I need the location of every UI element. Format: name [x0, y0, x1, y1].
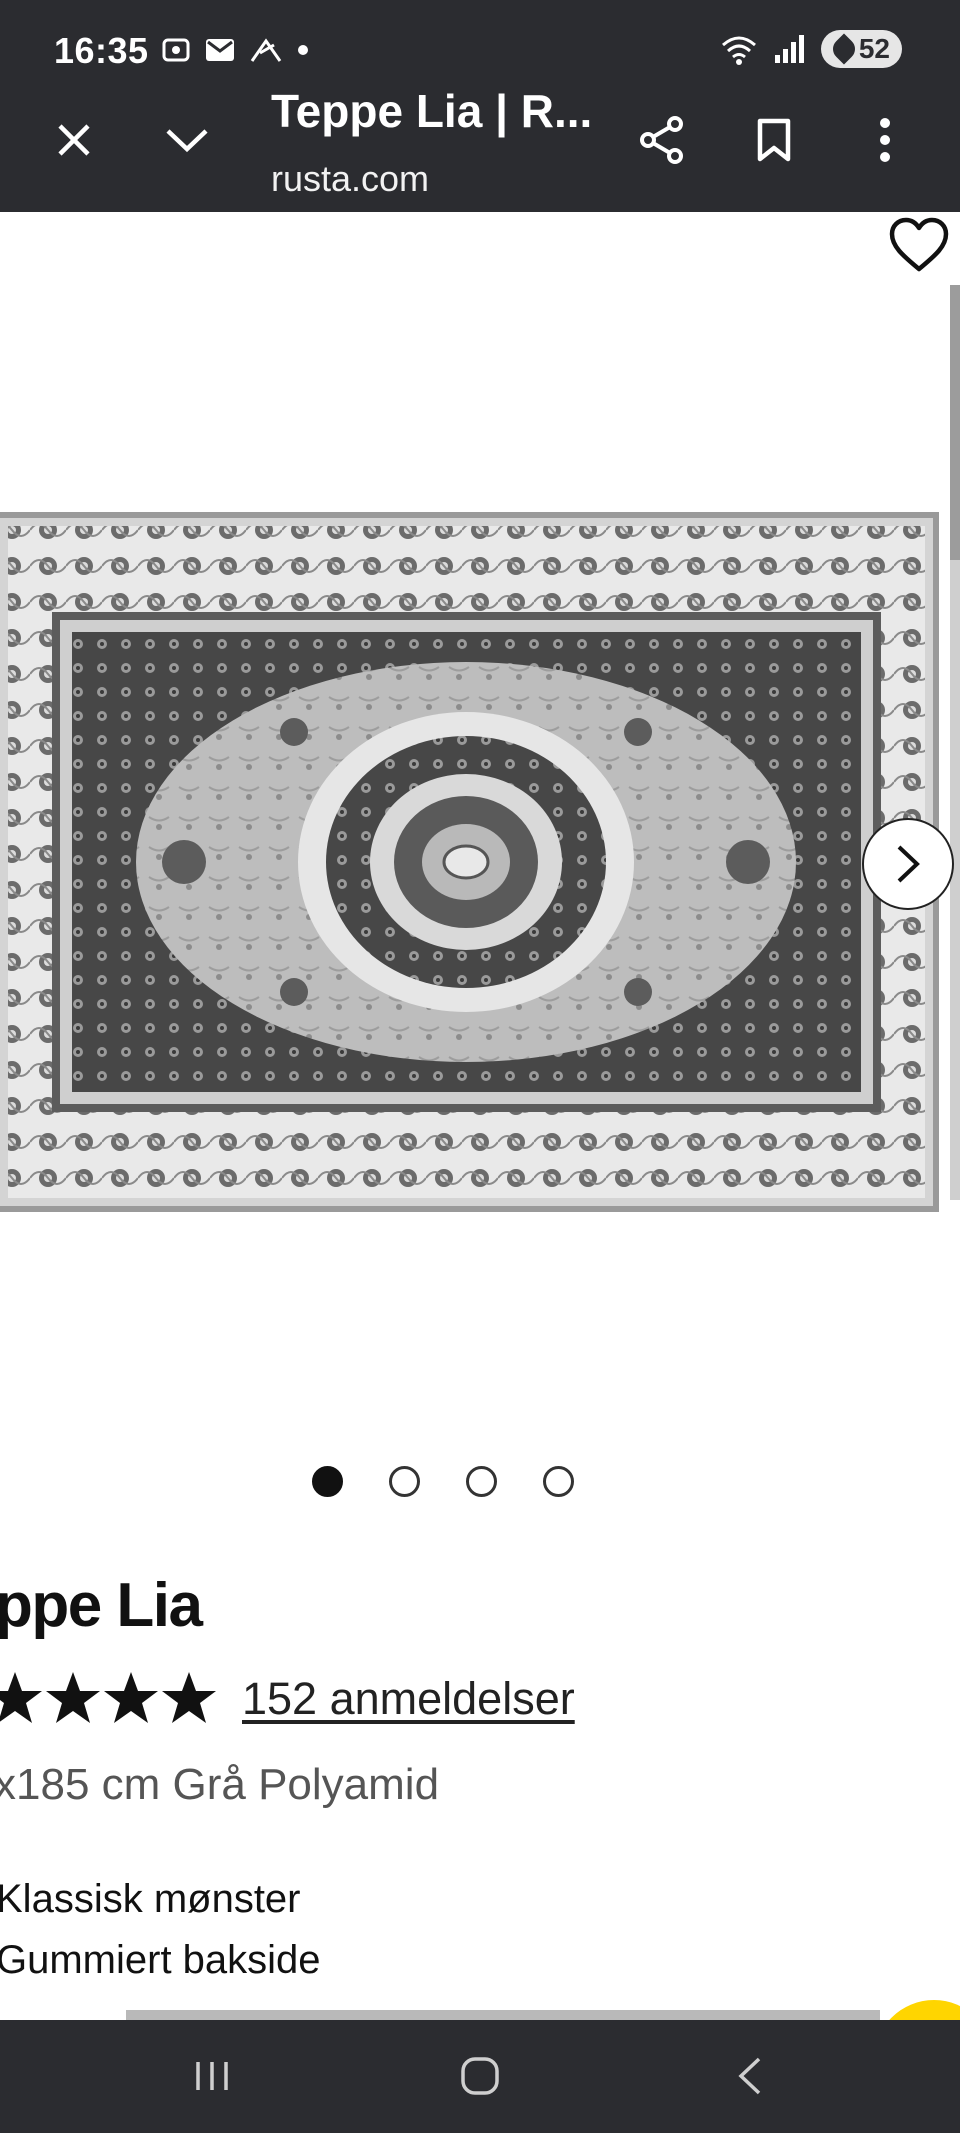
gallery-next-button[interactable]: [862, 818, 954, 910]
bookmark-button[interactable]: [742, 108, 806, 172]
product-variant: x185 cm Grå Polyamid: [0, 1760, 440, 1809]
gallery-scroll-thumb[interactable]: [950, 285, 960, 560]
mail-icon: [206, 39, 234, 61]
reviews-link[interactable]: 152 anmeldelser: [242, 1673, 575, 1725]
home-button[interactable]: [448, 2048, 512, 2104]
more-options-button[interactable]: [853, 108, 917, 172]
star-icon: [162, 1672, 216, 1723]
star-icon: [46, 1672, 100, 1723]
recent-apps-icon: [196, 2062, 228, 2090]
gallery-dot-1[interactable]: [312, 1466, 343, 1497]
gallery-dot-3[interactable]: [466, 1466, 497, 1497]
system-nav-bar: [0, 2020, 960, 2133]
dot-icon: [298, 45, 308, 55]
favorite-button[interactable]: [886, 212, 952, 278]
close-tab-button[interactable]: [42, 108, 106, 172]
bookmark-icon: [757, 118, 791, 162]
signal-icon: [774, 35, 804, 63]
battery-saver-icon: [828, 33, 860, 65]
recent-apps-button[interactable]: [180, 2048, 244, 2104]
battery-icon: 52: [820, 30, 902, 68]
wifi-icon: [721, 36, 756, 65]
minimize-tab-button[interactable]: [155, 108, 219, 172]
tab-url: rusta.com: [271, 158, 430, 199]
back-icon: [738, 2057, 761, 2095]
rug-image: [0, 512, 939, 1212]
product-title: eppe Lia: [0, 1571, 203, 1640]
feature-item: Klassisk mønster: [0, 1877, 301, 1921]
browser-top-bar: 16:35 52 Teppe Lia | R... rusta.com: [0, 0, 960, 212]
star-icon: [0, 1672, 42, 1723]
heart-icon: [889, 217, 949, 272]
close-icon: [58, 124, 90, 156]
screenshot-icon: [162, 38, 190, 62]
gallery-pagination: [312, 1466, 574, 1497]
status-time: 16:35: [54, 30, 149, 71]
content-divider: [126, 2010, 880, 2020]
status-system-icons: 52: [719, 30, 902, 68]
home-icon: [461, 2057, 499, 2095]
share-button[interactable]: [630, 108, 694, 172]
share-icon: [640, 116, 683, 164]
battery-level: 52: [858, 33, 890, 64]
feature-item: Gummiert bakside: [0, 1938, 321, 1982]
rating-stars: [0, 1670, 218, 1726]
notification-icon: [250, 38, 282, 62]
status-notification-icons: [160, 34, 310, 66]
chevron-down-icon: [166, 129, 208, 153]
chevron-right-icon: [897, 845, 920, 883]
gallery-dot-4[interactable]: [543, 1466, 574, 1497]
star-icon: [104, 1672, 158, 1723]
product-image[interactable]: [0, 512, 939, 1212]
back-button[interactable]: [718, 2048, 782, 2104]
tab-title: Teppe Lia | R...: [271, 85, 593, 137]
more-vert-icon: [880, 118, 890, 162]
gallery-dot-2[interactable]: [389, 1466, 420, 1497]
